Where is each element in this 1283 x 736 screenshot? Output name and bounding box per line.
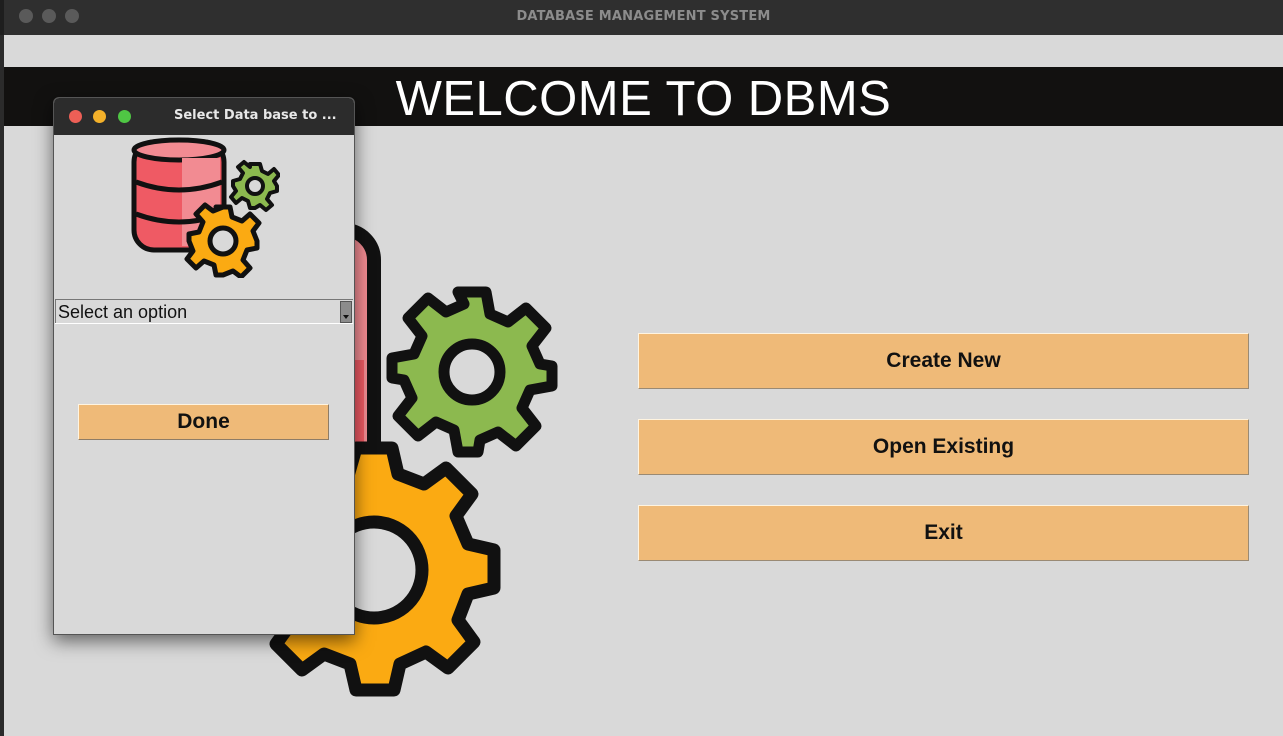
done-button[interactable]: Done: [78, 404, 329, 440]
database-select[interactable]: Select an option: [55, 299, 353, 324]
main-titlebar[interactable]: DATABASE MANAGEMENT SYSTEM: [4, 0, 1283, 35]
select-database-dialog: Select Data base to ... Select an option…: [53, 97, 355, 635]
select-underline: [55, 323, 353, 324]
database-select-value: Select an option: [58, 302, 188, 322]
create-new-button[interactable]: Create New: [638, 333, 1249, 389]
window-title: DATABASE MANAGEMENT SYSTEM: [516, 9, 771, 24]
open-existing-button[interactable]: Open Existing: [638, 419, 1249, 475]
exit-button[interactable]: Exit: [638, 505, 1249, 561]
dialog-titlebar[interactable]: Select Data base to ...: [54, 98, 354, 135]
dialog-title: Select Data base to ...: [174, 108, 337, 123]
database-gears-icon: [131, 137, 280, 278]
dialog-close-button[interactable]: [69, 110, 82, 123]
background-window-edge: [0, 35, 4, 736]
dialog-maximize-button[interactable]: [118, 110, 131, 123]
chevron-down-icon[interactable]: [340, 301, 352, 323]
dialog-minimize-button[interactable]: [93, 110, 106, 123]
